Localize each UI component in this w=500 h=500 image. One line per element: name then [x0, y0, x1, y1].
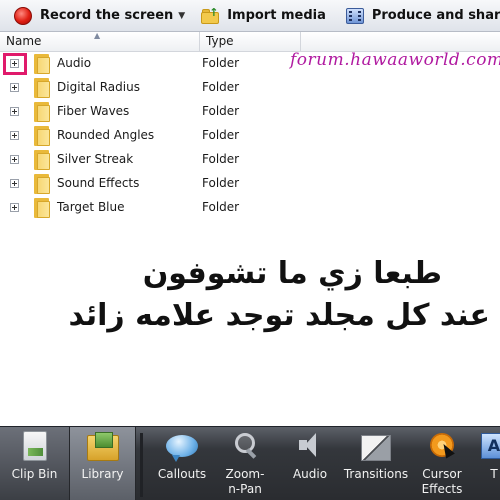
item-type: Folder [202, 56, 240, 70]
expand-plus-icon[interactable] [10, 107, 19, 116]
item-type: Folder [202, 200, 240, 214]
folder-icon [34, 78, 50, 98]
type-column-header[interactable]: Type [201, 32, 301, 52]
item-name: Sound Effects [57, 176, 140, 190]
expand-plus-icon[interactable] [10, 131, 19, 140]
import-folder-icon: ↑ [201, 7, 221, 24]
item-name: Target Blue [57, 200, 125, 214]
item-name: Audio [57, 56, 92, 70]
tab-label: Library [81, 467, 124, 481]
item-type: Folder [202, 128, 240, 142]
watermark: forum.hawaaworld.com [290, 50, 500, 70]
highlight-annotation [3, 53, 27, 75]
item-type: Folder [202, 152, 240, 166]
speech-bubble-icon [166, 435, 198, 462]
folder-icon [34, 198, 50, 218]
item-name: Fiber Waves [57, 104, 130, 118]
film-icon [345, 7, 364, 24]
task-tabs-bar: Clip Bin Library Callouts Zoom-n-Pan Aud… [0, 426, 500, 500]
expand-plus-icon[interactable] [10, 155, 19, 164]
folder-icon [34, 174, 50, 194]
clip-bin-icon [22, 431, 47, 461]
expand-plus-icon[interactable] [10, 203, 19, 212]
list-item[interactable]: Rounded Angles Folder [0, 124, 500, 148]
type-column-label: Type [206, 34, 234, 48]
item-type: Folder [202, 80, 240, 94]
caption-line-1: طبعا زي ما تشوفون [142, 256, 442, 291]
folder-icon [34, 54, 50, 74]
main-toolbar: Record the screen ▼ ↑ Import media Produ… [0, 0, 500, 32]
tab-audio[interactable]: Audio [282, 427, 338, 500]
tab-label: Clip Bin [11, 467, 58, 481]
sort-ascending-icon: ▲ [94, 31, 101, 40]
column-header: ▲ Name Type [0, 32, 500, 52]
item-type: Folder [202, 104, 240, 118]
chevron-down-icon: ▼ [178, 10, 186, 21]
tab-label: Audio [292, 467, 328, 481]
produce-label: Produce and share [371, 8, 500, 23]
tab-cursor-effects[interactable]: Cursor Effects [414, 427, 470, 500]
list-item[interactable]: Fiber Waves Folder [0, 100, 500, 124]
import-media-button[interactable]: ↑ Import media [195, 2, 332, 30]
item-name: Silver Streak [57, 152, 134, 166]
list-item[interactable]: Silver Streak Folder [0, 148, 500, 172]
tab-clip-bin[interactable]: Clip Bin [0, 427, 70, 500]
tab-library[interactable]: Library [70, 427, 136, 500]
caption-line-2: عند كل مجلد توجد علامه زائد [68, 298, 491, 333]
library-list: Audio Folder Digital Radius Folder Fiber… [0, 52, 500, 220]
produce-share-button[interactable]: Produce and share ▼ [336, 2, 500, 30]
speaker-icon [297, 431, 323, 459]
expand-plus-icon[interactable] [10, 83, 19, 92]
import-label: Import media [227, 8, 326, 23]
item-name: Rounded Angles [57, 128, 155, 142]
cursor-effects-icon [430, 433, 454, 457]
tab-transitions[interactable]: Transitions [338, 427, 414, 500]
folder-icon [34, 126, 50, 146]
tab-title-clips[interactable]: A T [474, 427, 500, 500]
record-screen-button[interactable]: Record the screen ▼ [0, 2, 191, 30]
tab-label: Zoom-n-Pan [225, 467, 265, 496]
title-clip-icon: A [481, 433, 500, 459]
tab-label: Callouts [157, 467, 207, 481]
expand-plus-icon[interactable] [10, 179, 19, 188]
tab-label: T [490, 467, 498, 481]
transitions-icon [361, 435, 391, 461]
tab-callouts[interactable]: Callouts [152, 427, 212, 500]
folder-icon [34, 102, 50, 122]
name-column-header[interactable]: ▲ Name [0, 32, 200, 52]
item-name: Digital Radius [57, 80, 140, 94]
magnifier-icon [231, 431, 259, 461]
item-type: Folder [202, 176, 240, 190]
record-label: Record the screen [40, 8, 174, 23]
list-item[interactable]: Target Blue Folder [0, 196, 500, 220]
list-item[interactable]: Digital Radius Folder [0, 76, 500, 100]
name-column-label: Name [6, 34, 42, 48]
tab-label: Cursor Effects [421, 467, 463, 496]
tab-zoom-n-pan[interactable]: Zoom-n-Pan [214, 427, 276, 500]
tab-divider [140, 433, 143, 497]
folder-icon [34, 150, 50, 170]
library-icon [86, 432, 119, 461]
record-icon [14, 6, 32, 25]
list-item[interactable]: Sound Effects Folder [0, 172, 500, 196]
tab-label: Transitions [343, 467, 409, 481]
